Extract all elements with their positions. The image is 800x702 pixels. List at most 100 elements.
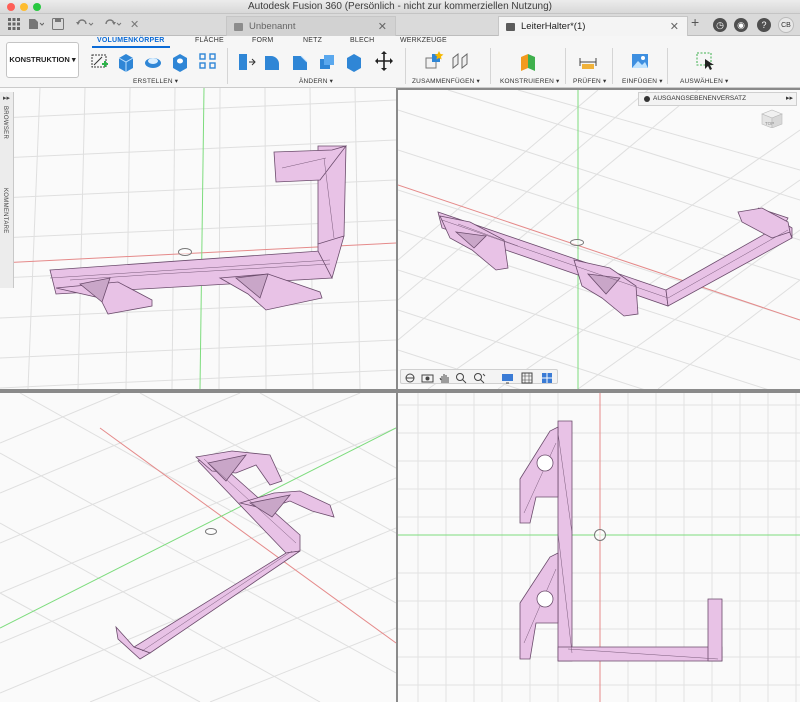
pan-icon[interactable] (438, 371, 451, 383)
close-all-icon[interactable]: ✕ (130, 18, 139, 32)
viewport-top[interactable] (398, 393, 800, 702)
viewport-divider-horizontal[interactable] (0, 389, 800, 393)
group-zusammenfuegen[interactable]: ZUSAMMENFÜGEN ▾ (412, 77, 480, 85)
collapse-icon[interactable]: ▸▸ (786, 93, 793, 105)
tab-blech[interactable]: BLECH (350, 37, 374, 44)
viewcube-label: TOP (765, 121, 774, 126)
origin-marker[interactable] (178, 248, 192, 256)
notifications-icon[interactable]: ◉ (734, 18, 748, 32)
parameter-panel[interactable]: AUSGANGSEBENENVERSATZ ▸▸ (638, 92, 797, 106)
document-icon (234, 23, 243, 31)
tab-volumenkoerper[interactable]: VOLUMENKÖRPER (97, 37, 165, 44)
expand-dot-icon (644, 96, 650, 102)
viewport-perspective-canvas (398, 90, 800, 389)
undo-icon[interactable] (74, 18, 94, 33)
tab-label: Unbenannt (249, 21, 296, 32)
close-tab-icon[interactable]: ✕ (378, 17, 387, 37)
zoom-icon[interactable] (455, 371, 468, 384)
grid-menu-icon[interactable] (8, 18, 20, 33)
tab-unbenannt[interactable]: Unbenannt ✕ (226, 16, 396, 36)
save-icon[interactable] (52, 18, 64, 33)
extrude-icon[interactable] (116, 50, 136, 72)
separator (227, 48, 228, 84)
origin-marker[interactable] (594, 529, 606, 541)
viewport-divider-vertical[interactable] (396, 88, 398, 702)
orbit-icon[interactable] (404, 371, 417, 383)
separator (612, 48, 613, 84)
viewcube[interactable]: TOP (759, 108, 785, 129)
shell-icon[interactable] (317, 50, 337, 72)
group-auswaehlen[interactable]: AUSWÄHLEN ▾ (680, 77, 728, 85)
chamfer-icon[interactable] (290, 50, 310, 72)
construct-plane-icon[interactable] (518, 50, 538, 72)
look-at-icon[interactable] (421, 371, 434, 383)
job-status-icon[interactable]: ◷ (713, 18, 727, 32)
close-tab-icon[interactable]: ✕ (670, 17, 679, 37)
fillet-icon[interactable] (262, 50, 282, 72)
viewports-icon[interactable] (541, 371, 554, 383)
press-pull-icon[interactable] (236, 50, 256, 72)
minimize-window-button[interactable] (20, 3, 28, 11)
workspace-switcher[interactable]: KONSTRUKTION ▾ (6, 42, 79, 78)
origin-marker[interactable] (205, 528, 217, 535)
tab-form[interactable]: FORM (252, 37, 273, 44)
separator (490, 48, 491, 84)
zoom-window-icon[interactable] (473, 371, 486, 384)
joint-icon[interactable] (450, 50, 470, 72)
viewport-top-canvas (398, 393, 800, 702)
active-tab-indicator (92, 46, 170, 48)
tab-flaeche[interactable]: FLÄCHE (195, 37, 224, 44)
expand-panel-icon[interactable]: ▸▸ (3, 94, 10, 102)
viewport-isometric-canvas (0, 393, 396, 702)
create-sketch-icon[interactable] (90, 50, 110, 72)
separator (405, 48, 406, 84)
help-icon[interactable]: ? (757, 18, 771, 32)
separator (667, 48, 668, 84)
side-panel: ▸▸ BROWSER KOMMENTARE (0, 92, 14, 288)
window-title: Autodesk Fusion 360 (Persönlich - nicht … (247, 1, 553, 12)
group-erstellen[interactable]: ERSTELLEN ▾ (133, 77, 178, 85)
close-window-button[interactable] (7, 3, 15, 11)
combine-cube-icon[interactable] (344, 50, 364, 72)
origin-marker[interactable] (570, 239, 584, 246)
new-component-icon[interactable] (424, 50, 444, 72)
group-pruefen[interactable]: PRÜFEN ▾ (573, 77, 606, 85)
grid-settings-icon[interactable] (521, 371, 534, 384)
separator (565, 48, 566, 84)
viewport-front[interactable] (0, 88, 396, 389)
viewport-frame-top (396, 88, 800, 90)
zoom-window-button[interactable] (33, 3, 41, 11)
display-settings-icon[interactable] (501, 371, 514, 384)
avatar[interactable]: CB (778, 17, 794, 33)
group-aendern[interactable]: ÄNDERN ▾ (299, 77, 333, 85)
document-icon (506, 23, 515, 31)
select-icon[interactable] (695, 50, 715, 72)
group-konstruieren[interactable]: KONSTRUIEREN ▾ (500, 77, 560, 85)
pattern-icon[interactable] (198, 50, 218, 72)
navigation-bar (400, 369, 558, 384)
revolve-icon[interactable] (143, 50, 163, 72)
file-menu-icon[interactable] (28, 18, 45, 33)
viewport-front-canvas (0, 88, 396, 389)
hole-icon[interactable] (170, 50, 190, 72)
new-tab-button[interactable]: + (691, 15, 699, 29)
document-tab-bar: ✕ Unbenannt ✕ LeiterHalter*(1) ✕ + ◷ ◉ ?… (0, 14, 800, 36)
tab-leiterhalter[interactable]: LeiterHalter*(1) ✕ (498, 16, 688, 36)
viewport-isometric[interactable] (0, 393, 396, 702)
mesh-part[interactable] (115, 450, 335, 660)
tab-netz[interactable]: NETZ (303, 37, 322, 44)
tab-werkzeuge[interactable]: WERKZEUGE (400, 37, 447, 44)
comments-panel-tab[interactable]: KOMMENTARE (2, 188, 8, 234)
app-window: Autodesk Fusion 360 (Persönlich - nicht … (0, 0, 800, 702)
measure-icon[interactable] (578, 50, 598, 72)
move-icon[interactable] (374, 50, 394, 72)
title-bar: Autodesk Fusion 360 (Persönlich - nicht … (0, 0, 800, 14)
mesh-part[interactable] (49, 145, 348, 315)
browser-panel-tab[interactable]: BROWSER (2, 106, 8, 139)
group-einfuegen[interactable]: EINFÜGEN ▾ (622, 77, 663, 85)
redo-icon[interactable] (102, 18, 122, 33)
tab-label: LeiterHalter*(1) (521, 21, 586, 32)
insert-image-icon[interactable] (630, 50, 650, 72)
viewport-perspective[interactable] (398, 90, 800, 389)
toolbar-ribbon: KONSTRUKTION ▾ VOLUMENKÖRPER FLÄCHE FORM… (0, 36, 800, 88)
